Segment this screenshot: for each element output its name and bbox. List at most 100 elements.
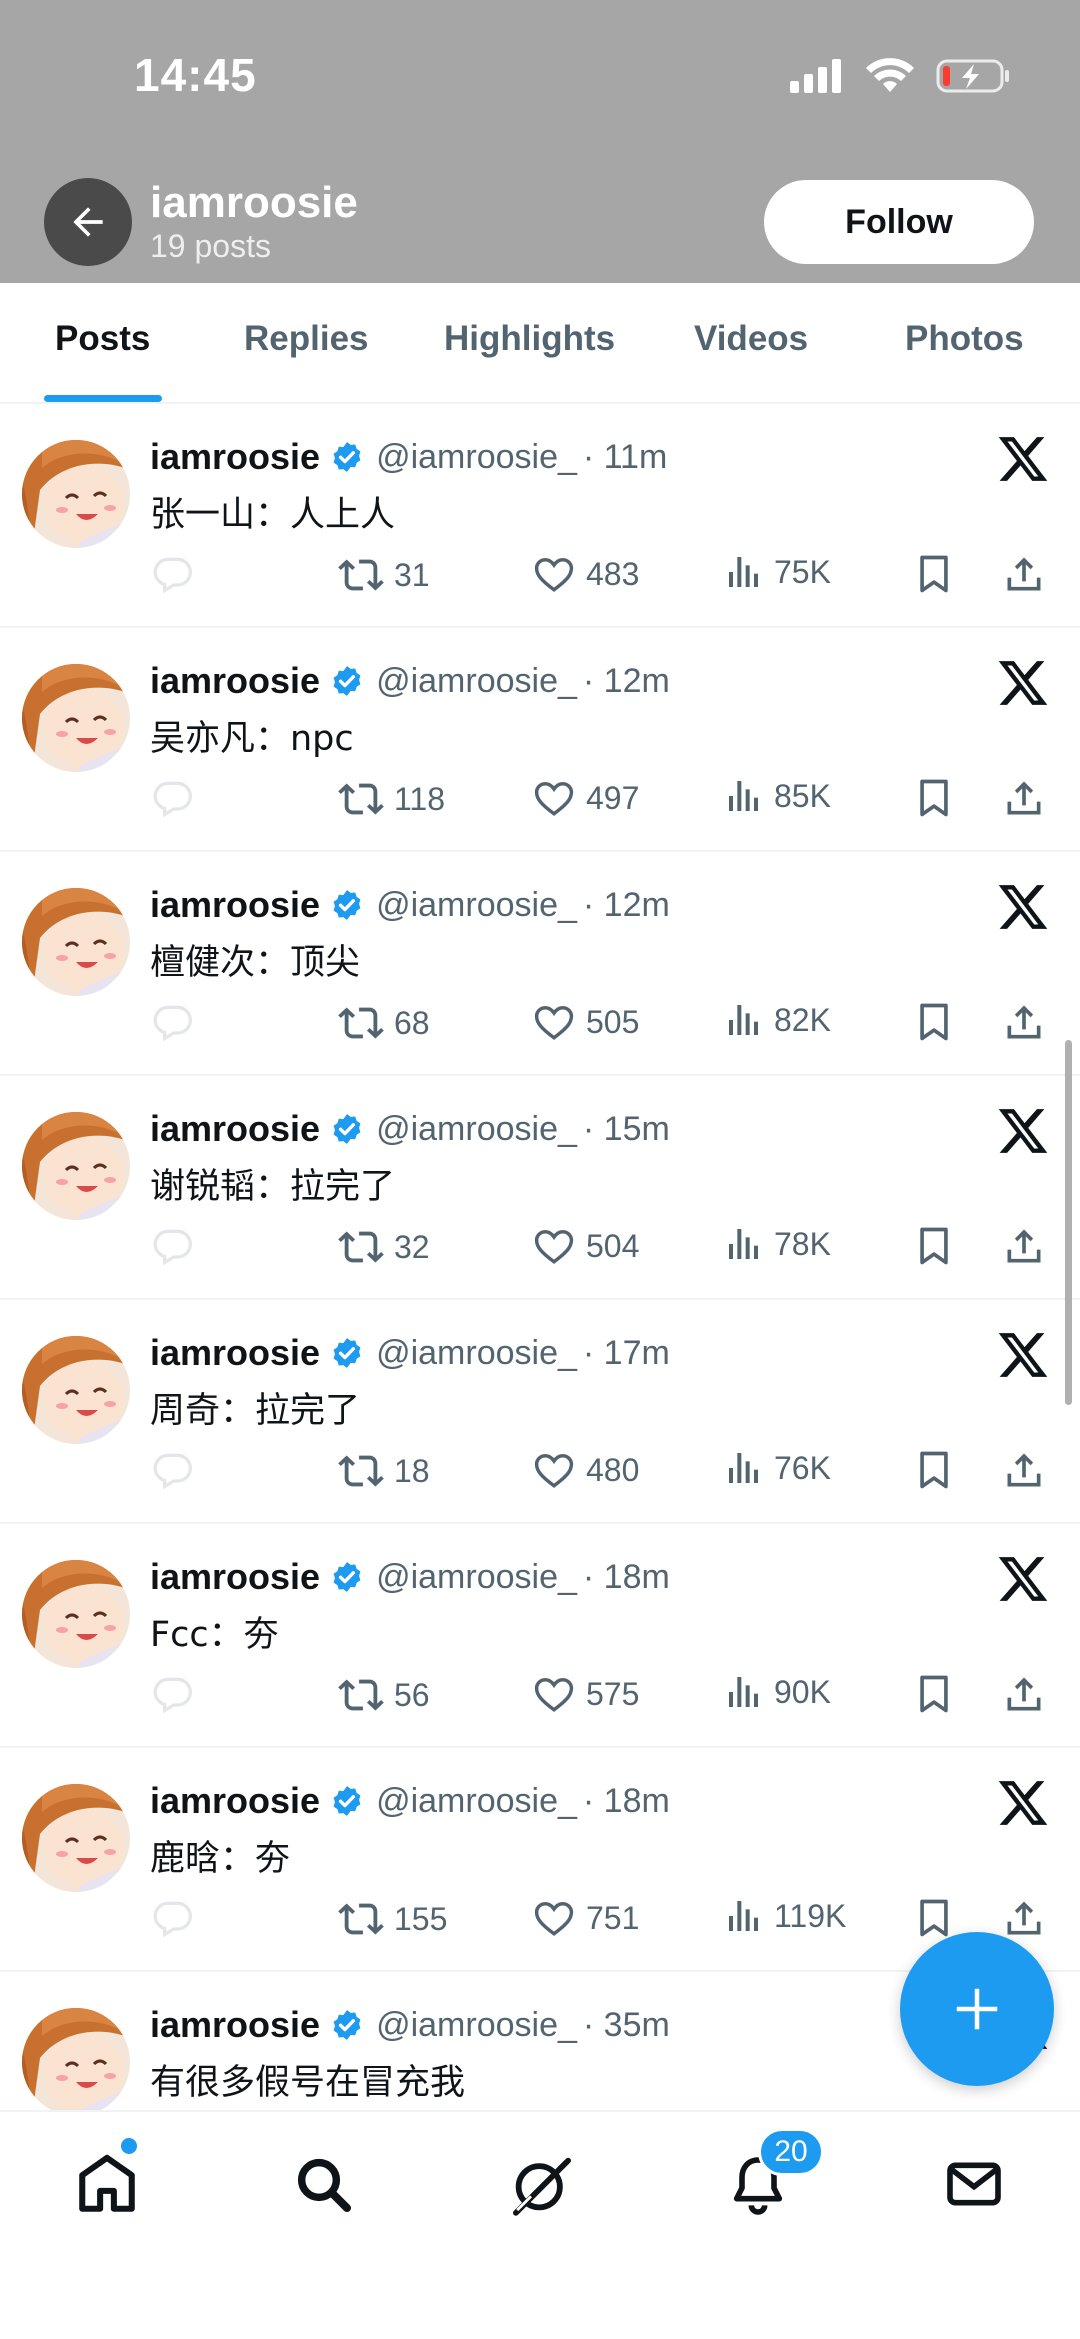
bookmark-button[interactable] <box>912 552 956 596</box>
like-count: 504 <box>586 1227 640 1264</box>
like-button[interactable]: 497 <box>532 776 639 820</box>
post-text: 吴亦凡：npc <box>150 719 354 759</box>
author-name[interactable]: iamroosie <box>150 1556 320 1598</box>
post[interactable]: iamroosie @iamroosie_ · 18m Fcc：夯 56 575… <box>0 1524 1080 1748</box>
bookmark-button[interactable] <box>912 1000 956 1044</box>
avatar[interactable] <box>22 664 130 772</box>
view-count: 119K <box>774 1897 847 1934</box>
like-button[interactable]: 504 <box>532 1224 639 1268</box>
post-actions: 32 504 78K <box>150 1224 1050 1280</box>
author-name[interactable]: iamroosie <box>150 2004 320 2046</box>
like-button[interactable]: 505 <box>532 1000 639 1044</box>
avatar[interactable] <box>22 1784 130 1892</box>
post[interactable]: iamroosie @iamroosie_ · 17m 周奇：拉完了 18 48… <box>0 1300 1080 1524</box>
avatar[interactable] <box>22 1112 130 1220</box>
post-text: Fcc：夯 <box>150 1615 279 1655</box>
reply-button[interactable] <box>150 1448 194 1492</box>
author-name[interactable]: iamroosie <box>150 436 320 478</box>
post-feed[interactable]: iamroosie @iamroosie_ · 11m 张一山：人上人 31 4… <box>0 404 1080 2196</box>
bookmark-button[interactable] <box>912 1224 956 1268</box>
share-button[interactable] <box>1002 776 1046 820</box>
retweet-button[interactable]: 56 <box>338 1672 430 1718</box>
tab-posts[interactable]: Posts <box>55 319 150 359</box>
views-button[interactable]: 119K <box>724 1896 846 1936</box>
home-icon <box>79 2154 135 2212</box>
bookmark-button[interactable] <box>912 1448 956 1492</box>
reply-button[interactable] <box>150 552 194 596</box>
scrollbar[interactable] <box>1065 1040 1072 1405</box>
share-button[interactable] <box>1002 552 1046 596</box>
views-button[interactable]: 78K <box>724 1224 831 1264</box>
author-name[interactable]: iamroosie <box>150 660 320 702</box>
post-time[interactable]: · 12m <box>583 886 670 925</box>
tab-replies[interactable]: Replies <box>244 319 369 359</box>
compose-button[interactable] <box>900 1932 1054 2086</box>
like-button[interactable]: 575 <box>532 1672 639 1716</box>
retweet-button[interactable]: 32 <box>338 1224 430 1270</box>
bookmark-button[interactable] <box>912 1672 956 1716</box>
avatar[interactable] <box>22 2008 130 2116</box>
avatar[interactable] <box>22 1336 130 1444</box>
author-name[interactable]: iamroosie <box>150 884 320 926</box>
avatar[interactable] <box>22 1560 130 1668</box>
tab-photos[interactable]: Photos <box>905 319 1024 359</box>
nav-grok[interactable] <box>502 2144 582 2224</box>
nav-home[interactable] <box>67 2144 147 2224</box>
avatar[interactable] <box>22 888 130 996</box>
retweet-button[interactable]: 18 <box>338 1448 430 1494</box>
reply-button[interactable] <box>150 1672 194 1716</box>
author-name[interactable]: iamroosie <box>150 1332 320 1374</box>
share-button[interactable] <box>1002 1448 1046 1492</box>
post-time[interactable]: · 15m <box>583 1110 670 1149</box>
author-handle: @iamroosie_ <box>376 1557 577 1596</box>
post-time[interactable]: · 11m <box>583 438 667 477</box>
share-button[interactable] <box>1002 1000 1046 1044</box>
avatar[interactable] <box>22 440 130 548</box>
bookmark-icon <box>920 1451 948 1489</box>
share-button[interactable] <box>1002 1672 1046 1716</box>
share-button[interactable] <box>1002 1224 1046 1268</box>
views-button[interactable]: 76K <box>724 1448 831 1488</box>
post[interactable]: iamroosie @iamroosie_ · 15m 谢锐韬：拉完了 32 5… <box>0 1076 1080 1300</box>
like-button[interactable]: 751 <box>532 1896 639 1940</box>
bookmark-button[interactable] <box>912 776 956 820</box>
post-time[interactable]: · 17m <box>583 1334 670 1373</box>
post[interactable]: iamroosie @iamroosie_ · 12m 吴亦凡：npc 118 … <box>0 628 1080 852</box>
post-time[interactable]: · 12m <box>583 662 670 701</box>
author-name[interactable]: iamroosie <box>150 1108 320 1150</box>
reply-button[interactable] <box>150 1224 194 1268</box>
back-button[interactable] <box>44 178 132 266</box>
views-button[interactable]: 90K <box>724 1672 831 1712</box>
views-button[interactable]: 82K <box>724 1000 831 1040</box>
retweet-button[interactable]: 155 <box>338 1896 447 1942</box>
post-header: iamroosie @iamroosie_ · 17m <box>150 1332 670 1374</box>
post-time[interactable]: · 18m <box>583 1782 670 1821</box>
post[interactable]: iamroosie @iamroosie_ · 11m 张一山：人上人 31 4… <box>0 404 1080 628</box>
views-button[interactable]: 85K <box>724 776 831 816</box>
post-time[interactable]: · 35m <box>583 2006 670 2045</box>
tab-videos[interactable]: Videos <box>694 319 808 359</box>
verified-badge-icon <box>330 2008 364 2042</box>
views-icon <box>729 1229 758 1259</box>
share-icon <box>1007 1005 1041 1039</box>
reply-button[interactable] <box>150 1896 194 1940</box>
post-time[interactable]: · 18m <box>583 1558 670 1597</box>
post[interactable]: iamroosie @iamroosie_ · 18m 鹿晗：夯 155 751… <box>0 1748 1080 1972</box>
bookmark-button[interactable] <box>912 1896 956 1940</box>
retweet-count: 31 <box>394 556 430 593</box>
post[interactable]: iamroosie @iamroosie_ · 12m 檀健次：顶尖 68 50… <box>0 852 1080 1076</box>
retweet-button[interactable]: 118 <box>338 776 445 822</box>
like-button[interactable]: 483 <box>532 552 639 596</box>
like-button[interactable]: 480 <box>532 1448 639 1492</box>
views-button[interactable]: 75K <box>724 552 831 592</box>
author-name[interactable]: iamroosie <box>150 1780 320 1822</box>
nav-search[interactable] <box>283 2144 363 2224</box>
follow-button[interactable]: Follow <box>764 180 1034 264</box>
share-button[interactable] <box>1002 1896 1046 1940</box>
reply-button[interactable] <box>150 776 194 820</box>
tab-highlights[interactable]: Highlights <box>444 319 615 359</box>
retweet-button[interactable]: 31 <box>338 552 430 598</box>
retweet-button[interactable]: 68 <box>338 1000 430 1046</box>
reply-button[interactable] <box>150 1000 194 1044</box>
nav-messages[interactable] <box>934 2144 1014 2224</box>
